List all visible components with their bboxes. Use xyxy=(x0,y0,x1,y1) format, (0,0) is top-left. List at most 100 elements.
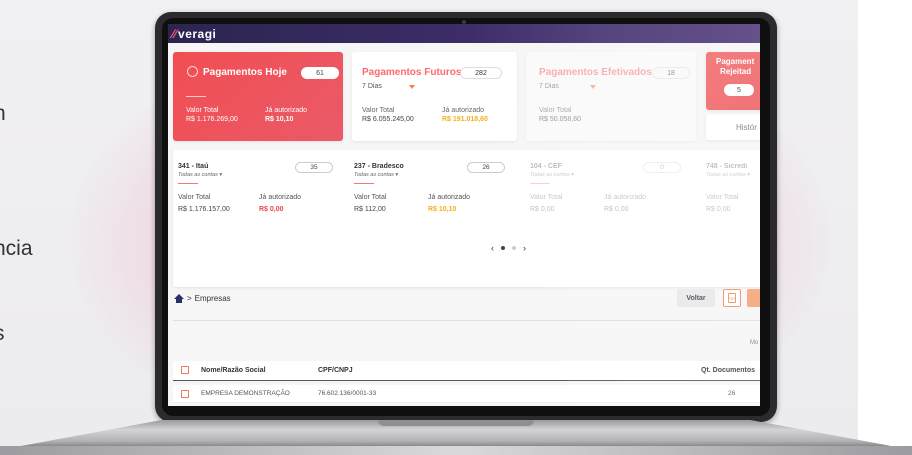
chevron-down-icon[interactable] xyxy=(590,85,596,89)
period-select[interactable]: 7 Dias xyxy=(539,83,559,90)
app-logo[interactable]: ⁄⁄ veragi xyxy=(172,27,216,41)
home-icon[interactable] xyxy=(174,294,184,303)
autorizado-value: R$ 191.018,60 xyxy=(442,116,488,123)
count-badge: 282 xyxy=(460,67,502,79)
carousel-pager: ‹ › xyxy=(491,243,526,253)
bank-name: 748 - Sicredi xyxy=(706,163,748,170)
accounts-label: Todas as contas xyxy=(354,172,394,178)
laptop-notch xyxy=(378,420,534,426)
breadcrumb-separator: > xyxy=(187,294,192,303)
historico-label: Histór xyxy=(736,122,757,132)
select-all-checkbox[interactable] xyxy=(181,366,189,374)
side-text-fragment: s xyxy=(0,322,5,346)
side-text-fragment: n xyxy=(0,102,6,126)
valor-value: R$ 112,00 xyxy=(354,206,386,213)
bank-name: 104 - CEF xyxy=(530,163,562,170)
bank-name: 341 - Itaú xyxy=(178,163,209,170)
truncated-label: Mo xyxy=(750,340,759,346)
pdf-export-button[interactable]: PDF xyxy=(723,289,741,307)
count-badge: 18 xyxy=(652,67,690,79)
floor-shadow xyxy=(0,446,912,455)
valor-label: Valor Total xyxy=(539,107,572,114)
section-divider xyxy=(173,320,760,321)
clock-icon xyxy=(187,66,198,77)
autorizado-value: R$ 10,10 xyxy=(428,206,457,213)
valor-value: R$ 1.176.157,00 xyxy=(178,206,230,213)
row-checkbox[interactable] xyxy=(181,390,189,398)
app-topbar: ⁄⁄ veragi xyxy=(168,24,760,43)
accounts-label: Todas as contas xyxy=(530,172,570,178)
count-badge: 0 xyxy=(643,162,681,173)
card-pagamentos-futuros[interactable]: Pagamentos Futuros 282 7 Dias Valor Tota… xyxy=(352,52,517,141)
valor-value: R$ 0,00 xyxy=(530,206,555,213)
count-badge: 5 xyxy=(724,84,754,96)
accounts-label: Todas as contas xyxy=(178,172,218,178)
accounts-select[interactable]: Todas as contas ▾ xyxy=(706,172,750,178)
autorizado-label: Já autorizado xyxy=(428,194,471,201)
table-row[interactable]: EMPRESA DEMONSTRAÇÃO 76.602.136/0001-33 … xyxy=(173,385,760,403)
card-title: Pagamentos Hoje xyxy=(203,67,287,78)
accounts-select[interactable]: Todas as contas ▾ xyxy=(354,172,398,178)
card-pagamentos-rejeitados[interactable]: Pagament Rejeitad 5 xyxy=(706,52,760,110)
action-button[interactable] xyxy=(747,289,760,307)
divider xyxy=(178,183,198,184)
chevron-right-icon[interactable]: › xyxy=(523,243,526,253)
pdf-icon: PDF xyxy=(728,293,736,303)
valor-value: R$ 6.055.245,00 xyxy=(362,116,414,123)
bank-card-bradesco[interactable]: 237 - Bradesco Todas as contas ▾ 26 Valo… xyxy=(349,150,519,250)
breadcrumb-current: Empresas xyxy=(194,294,231,303)
autorizado-value: R$ 10,10 xyxy=(265,116,294,123)
logo-text: veragi xyxy=(178,26,217,41)
valor-label: Valor Total xyxy=(186,107,219,114)
card-pagamentos-hoje[interactable]: Pagamentos Hoje 61 Valor Total R$ 1.176.… xyxy=(173,52,343,141)
divider xyxy=(186,96,206,97)
side-text-fragment: ncia xyxy=(0,237,33,260)
pager-dot[interactable] xyxy=(501,246,505,250)
pager-dot[interactable] xyxy=(512,246,516,250)
accounts-label: Todas as contas xyxy=(706,172,746,178)
autorizado-label: Já autorizado xyxy=(259,194,302,201)
cell-cpf: 76.602.136/0001-33 xyxy=(318,390,377,397)
autorizado-label: Já autorizado xyxy=(604,194,647,201)
cell-nome: EMPRESA DEMONSTRAÇÃO xyxy=(201,390,290,397)
valor-label: Valor Total xyxy=(362,107,395,114)
bank-card-sicredi[interactable]: 748 - Sicredi Todas as contas ▾ Valor To… xyxy=(701,150,760,250)
cell-qt: 26 xyxy=(728,390,736,397)
historico-button[interactable]: Histór xyxy=(706,114,760,140)
valor-value: R$ 0,00 xyxy=(706,206,731,213)
voltar-button[interactable]: Voltar xyxy=(677,289,715,307)
logo-mark-icon: ⁄⁄ xyxy=(172,26,178,41)
chevron-down-icon[interactable] xyxy=(409,85,415,89)
valor-label: Valor Total xyxy=(178,194,211,201)
card-title: Pagamentos Futuros xyxy=(362,67,462,78)
autorizado-value: R$ 0,00 xyxy=(604,206,629,213)
column-header-nome[interactable]: Nome/Razão Social xyxy=(201,367,266,374)
chevron-left-icon[interactable]: ‹ xyxy=(491,243,494,253)
valor-label: Valor Total xyxy=(706,194,739,201)
divider xyxy=(530,183,550,184)
valor-value: R$ 50.058,60 xyxy=(539,116,582,123)
card-title: Pagament xyxy=(716,57,755,66)
breadcrumb: > Empresas xyxy=(174,294,231,303)
bank-card-cef[interactable]: 104 - CEF Todas as contas ▾ 0 Valor Tota… xyxy=(525,150,695,250)
accounts-select[interactable]: Todas as contas ▾ xyxy=(178,172,222,178)
count-badge: 26 xyxy=(467,162,505,173)
accounts-select[interactable]: Todas as contas ▾ xyxy=(530,172,574,178)
column-header-cpf[interactable]: CPF/CNPJ xyxy=(318,367,353,374)
autorizado-value: R$ 0,00 xyxy=(259,206,284,213)
valor-label: Valor Total xyxy=(530,194,563,201)
app-screen: ⁄⁄ veragi Pagamentos Hoje 61 Valor Total… xyxy=(168,24,760,406)
card-pagamentos-efetivados[interactable]: Pagamentos Efetivados 18 7 Dias Valor To… xyxy=(526,52,696,141)
table-header: Nome/Razão Social CPF/CNPJ Qt. Documento… xyxy=(173,361,760,381)
divider xyxy=(354,183,374,184)
autorizado-label: Já autorizado xyxy=(442,107,485,114)
column-header-qt[interactable]: Qt. Documentos xyxy=(701,367,755,374)
count-badge: 35 xyxy=(295,162,333,173)
banks-panel: 341 - Itaú Todas as contas ▾ 35 Valor To… xyxy=(173,150,760,287)
autorizado-label: Já autorizado xyxy=(265,107,308,114)
period-select[interactable]: 7 Dias xyxy=(362,83,382,90)
card-title: Rejeitad xyxy=(720,67,752,76)
bank-card-itau[interactable]: 341 - Itaú Todas as contas ▾ 35 Valor To… xyxy=(173,150,343,250)
valor-label: Valor Total xyxy=(354,194,387,201)
card-title: Pagamentos Efetivados xyxy=(539,67,652,78)
